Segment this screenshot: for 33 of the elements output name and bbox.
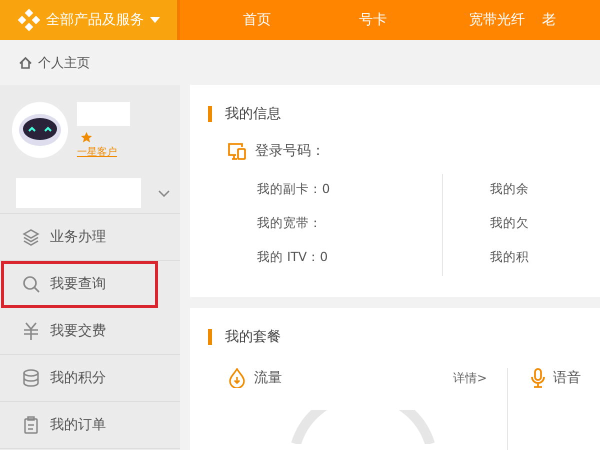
microphone-icon [531, 368, 545, 388]
sidebar-item[interactable]: 我的订单 [0, 402, 180, 449]
voice-label: 语音 [553, 369, 581, 387]
info-row-text: 我的宽带： [257, 214, 323, 232]
caret-icon [150, 17, 160, 23]
chevron-down-icon[interactable] [158, 190, 170, 196]
drop-icon [228, 368, 246, 388]
info-row-text: 我的余 [490, 180, 529, 198]
sidebar-item[interactable]: 我要交费 [0, 308, 180, 355]
accent-bar [208, 106, 212, 122]
sidebar-item[interactable]: 我要查询 [1, 261, 158, 308]
layers-icon [22, 228, 40, 246]
clipboard-icon [22, 416, 40, 434]
info-row-text: 我的 ITV：0 [257, 248, 329, 266]
info-row-text: 我的副卡：0 [257, 180, 331, 198]
info-row-text: 我的积 [490, 248, 529, 266]
sidebar-item[interactable]: 我的积分 [0, 355, 180, 402]
diamond-logo-icon [18, 9, 40, 31]
section-title: 我的信息 [225, 105, 281, 123]
section-title: 我的套餐 [225, 328, 281, 346]
star-icon [81, 132, 92, 143]
sidebar-item[interactable]: 业务办理 [0, 214, 180, 261]
details-link[interactable]: 详情> [452, 370, 487, 386]
accent-bar [208, 329, 212, 345]
search-icon [22, 275, 40, 293]
info-row-text: 我的欠 [490, 214, 529, 232]
database-icon [22, 369, 40, 387]
home-icon [19, 56, 32, 68]
devices-icon [227, 142, 247, 160]
yuan-icon [22, 322, 40, 340]
breadcrumb-text: 个人主页 [38, 54, 90, 72]
data-label: 流量 [254, 369, 282, 387]
login-number-label: 登录号码： [255, 142, 325, 160]
